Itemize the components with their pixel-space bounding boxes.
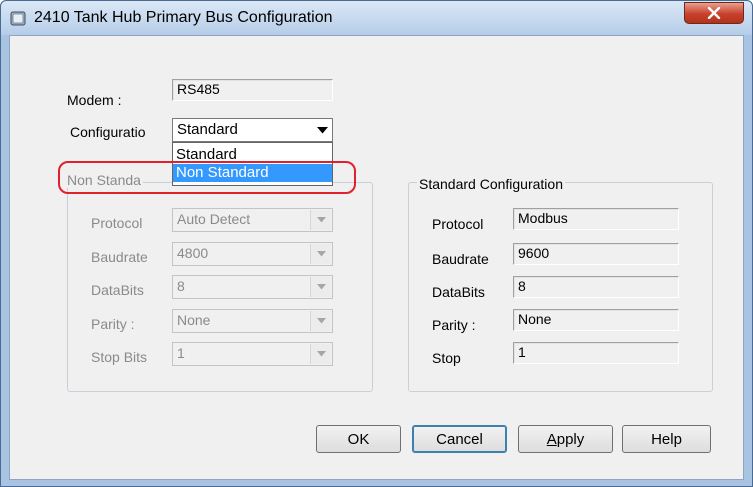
modem-field: RS485 — [172, 79, 333, 101]
ns-databits-select: 8 — [172, 275, 333, 299]
modem-label: Modem : — [67, 92, 122, 108]
std-parity-field: None — [513, 309, 679, 331]
dialog-client-area: Modem : RS485 Configuratio Standard Non … — [9, 35, 744, 480]
configuration-label: Configuratio — [70, 124, 146, 140]
std-parity-label: Parity : — [432, 317, 476, 333]
apply-button[interactable]: Apply — [518, 425, 613, 453]
ns-databits-label: DataBits — [91, 282, 144, 298]
std-databits-field: 8 — [513, 276, 679, 298]
configuration-selected-value: Standard — [177, 121, 238, 138]
std-protocol-field: Modbus — [513, 208, 679, 230]
ns-databits-value: 8 — [177, 278, 185, 294]
ns-protocol-value: Auto Detect — [177, 211, 251, 227]
chevron-down-icon — [310, 344, 331, 364]
ns-stopbits-value: 1 — [177, 345, 185, 361]
chevron-down-icon[interactable] — [313, 120, 331, 140]
ns-stopbits-select: 1 — [172, 342, 333, 366]
std-databits-label: DataBits — [432, 284, 485, 300]
chevron-down-icon — [310, 311, 331, 331]
help-button[interactable]: Help — [622, 425, 711, 453]
std-protocol-label: Protocol — [432, 216, 484, 232]
ns-parity-select: None — [172, 309, 333, 333]
apply-label-rest: pply — [556, 430, 585, 448]
close-icon — [707, 7, 721, 19]
dialog-window: 2410 Tank Hub Primary Bus Configuration … — [0, 0, 753, 487]
std-stop-label: Stop — [432, 350, 461, 366]
cancel-button[interactable]: Cancel — [412, 425, 507, 453]
annotation-highlight — [58, 161, 356, 194]
ns-baudrate-label: Baudrate — [91, 249, 148, 265]
std-stop-field: 1 — [513, 342, 679, 364]
app-icon — [10, 11, 26, 26]
standard-group-title: Standard Configuration — [417, 176, 565, 192]
ns-baudrate-value: 4800 — [177, 245, 209, 261]
close-button[interactable] — [684, 2, 744, 24]
ns-baudrate-select: 4800 — [172, 242, 333, 266]
std-baudrate-field: 9600 — [513, 243, 679, 265]
chevron-down-icon — [310, 244, 331, 264]
std-baudrate-label: Baudrate — [432, 251, 489, 267]
title-bar[interactable]: 2410 Tank Hub Primary Bus Configuration — [1, 1, 752, 35]
ns-parity-value: None — [177, 312, 211, 328]
chevron-down-icon — [310, 277, 331, 297]
ns-parity-label: Parity : — [91, 316, 135, 332]
ok-button[interactable]: OK — [316, 425, 401, 453]
ns-protocol-select: Auto Detect — [172, 208, 333, 232]
ns-stopbits-label: Stop Bits — [91, 349, 148, 365]
configuration-select[interactable]: Standard — [172, 118, 333, 142]
ns-protocol-label: Protocol — [91, 215, 143, 231]
window-title: 2410 Tank Hub Primary Bus Configuration — [34, 9, 333, 26]
apply-mnemonic: A — [546, 430, 557, 448]
chevron-down-icon — [310, 210, 331, 230]
